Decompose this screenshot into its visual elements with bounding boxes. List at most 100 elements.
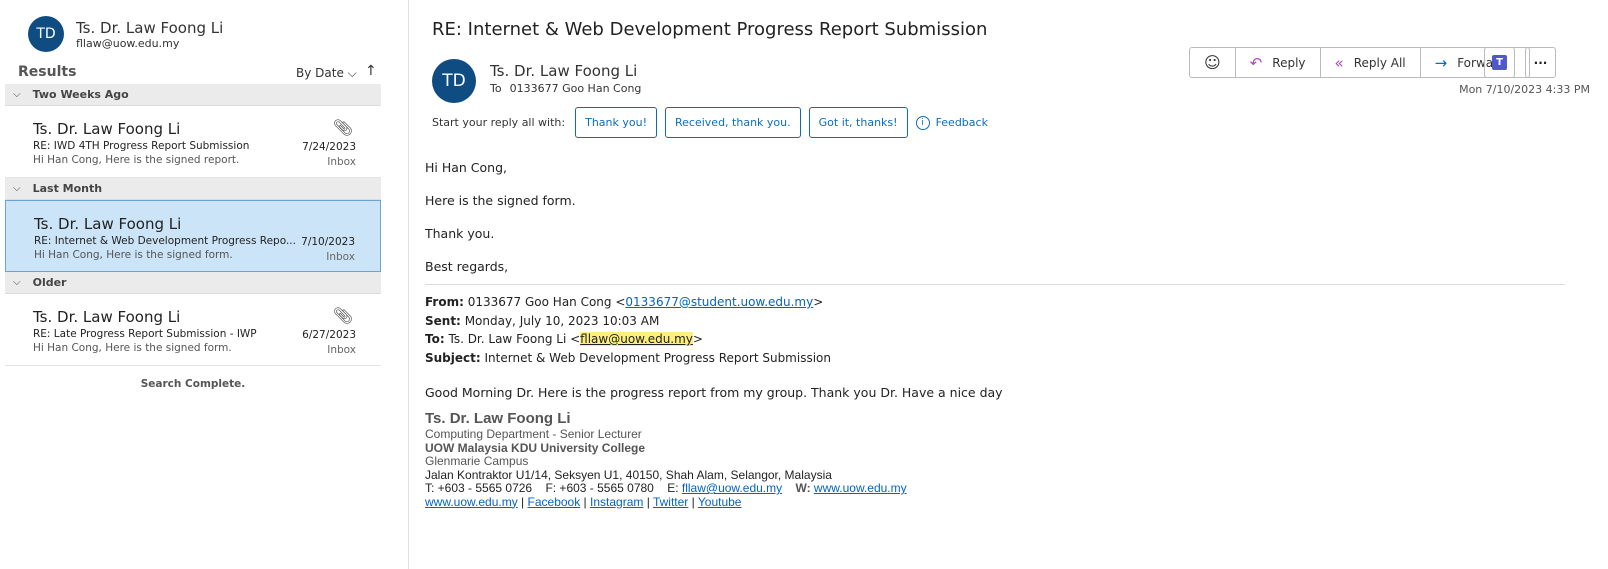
item-date: 7/24/2023 [302,141,356,153]
signature-org: UOW Malaysia KDU University College [425,440,646,455]
quoted-sent: Monday, July 10, 2023 10:03 AM [464,313,660,328]
signature-tel: T: +603 - 5565 0726 [425,481,533,495]
body-line: Thank you. [425,226,495,241]
more-options-button[interactable]: ··· [1525,47,1556,78]
group-header[interactable]: ⌵ Two Weeks Ago [5,84,381,106]
suggested-reply-button[interactable]: Got it, thanks! [808,107,908,138]
body-line: Best regards, [425,259,509,274]
account-header: TD Ts. Dr. Law Foong Li fllaw@uow.edu.my [28,16,223,52]
group-header[interactable]: ⌵ Older [5,272,381,294]
message-actions: ☺ ↶ Reply «Reply All → Forward [1189,47,1531,78]
message-title: RE: Internet & Web Development Progress … [432,19,988,40]
from-label: From: [425,295,464,309]
scrollbar[interactable] [1598,140,1608,560]
feedback-label: Feedback [935,116,988,129]
sort-direction-button[interactable]: ↑ [365,63,377,79]
group-label: Last Month [32,182,103,195]
message-timestamp: Mon 7/10/2023 4:33 PM [1459,83,1590,96]
sort-label: By Date [296,66,344,80]
reply-all-button[interactable]: « Reply All [1321,48,1421,77]
signature-name: Ts. Dr. Law Foong Li [425,410,571,427]
signature-campus: Glenmarie Campus [425,454,529,468]
item-subject: RE: Late Progress Report Submission - IW… [33,328,257,340]
signature-web-link[interactable]: www.uow.edu.my [814,481,907,495]
chevron-down-icon: ⌵ [13,277,21,288]
info-icon: i [915,115,930,130]
teams-icon: T [1492,55,1507,70]
group-label: Older [32,276,67,289]
item-preview: Hi Han Cong, Here is the signed report. [33,154,240,166]
reply-all-icon: « [1334,53,1344,72]
quoted-to: Ts. Dr. Law Foong Li < [448,332,581,346]
email-label: E: [667,481,679,495]
list-item[interactable]: Ts. Dr. Law Foong Li 📎︎ RE: Late Progres… [5,294,381,366]
item-folder: Inbox [326,251,355,263]
item-date: 7/10/2023 [301,236,355,248]
sent-label: Sent: [425,313,461,328]
group-header[interactable]: ⌵ Last Month [5,178,381,200]
reading-pane: RE: Internet & Web Development Progress … [410,0,1608,569]
item-from: Ts. Dr. Law Foong Li [33,120,181,138]
account-email: fllaw@uow.edu.my [76,36,180,50]
chevron-down-icon: ⌵ [347,66,357,80]
list-item[interactable]: Ts. Dr. Law Foong Li 📎︎ RE: IWD 4TH Prog… [5,106,381,178]
paperclip-icon: 📎︎ [332,306,353,325]
message-list: ⌵ Two Weeks Ago Ts. Dr. Law Foong Li 📎︎ R… [5,84,381,390]
item-folder: Inbox [327,344,356,356]
results-heading: Results [18,64,77,80]
group-label: Two Weeks Ago [32,88,129,101]
smiley-icon: ☺ [1204,53,1221,72]
forward-icon: → [1434,53,1448,72]
avatar: TD [28,16,64,52]
item-from: Ts. Dr. Law Foong Li [33,308,181,326]
divider [425,284,1565,285]
reply-button[interactable]: ↶ Reply [1236,48,1321,77]
teams-button[interactable]: T [1484,47,1515,78]
instagram-link[interactable]: Instagram [590,495,643,509]
item-folder: Inbox [327,156,356,168]
quoted-to-email-link[interactable]: fllaw@uow.edu.my [580,332,693,346]
react-button[interactable]: ☺ [1190,48,1236,77]
body-line: Here is the signed form. [425,193,576,208]
quoted-text: Good Morning Dr. Here is the progress re… [425,385,1003,400]
to-label: To: [425,332,445,346]
recipient-name[interactable]: 0133677 Goo Han Cong [510,82,642,95]
signature-address: Jalan Kontraktor U1/14, Seksyen U1, 4015… [425,467,832,482]
suggested-reply-button[interactable]: Received, thank you. [665,107,801,138]
recipients: To 0133677 Goo Han Cong [490,82,649,95]
signature: Ts. Dr. Law Foong Li Computing Departmen… [425,410,1565,509]
twitter-link[interactable]: Twitter [653,495,688,509]
quoted-subject: Internet & Web Development Progress Repo… [484,350,831,365]
signature-fax: F: +603 - 5565 0780 [545,481,654,495]
paperclip-icon: 📎︎ [332,118,353,137]
chevron-down-icon: ⌵ [13,89,21,100]
list-item-selected[interactable]: Ts. Dr. Law Foong Li RE: Internet & Web … [5,200,381,272]
body-line: Hi Han Cong, [425,160,508,175]
suggested-replies: Start your reply all with: Thank you! Re… [432,107,988,138]
item-preview: Hi Han Cong, Here is the signed form. [33,342,232,354]
reply-all-label: Reply All [1353,55,1406,70]
message-body: Hi Han Cong, Here is the signed form. Th… [425,160,1565,509]
suggested-replies-label: Start your reply all with: [432,116,566,129]
signature-contacts: T: +603 - 5565 0726 F: +603 - 5565 0780 … [425,481,1565,496]
reply-icon: ↶ [1249,53,1263,72]
website-link[interactable]: www.uow.edu.my [425,495,518,509]
facebook-link[interactable]: Facebook [528,495,581,509]
chevron-down-icon: ⌵ [13,183,21,194]
signature-links: www.uow.edu.my | Facebook | Instagram | … [425,494,742,509]
youtube-link[interactable]: Youtube [698,495,742,509]
sort-dropdown[interactable]: By Date ⌵ [296,66,357,81]
sender-name[interactable]: Ts. Dr. Law Foong Li [490,62,637,80]
search-status: Search Complete. [140,378,246,390]
account-name: Ts. Dr. Law Foong Li [76,18,224,37]
web-label: W: [795,481,811,495]
signature-email-link[interactable]: fllaw@uow.edu.my [682,481,782,495]
quoted-from-email-link[interactable]: 0133677@student.uow.edu.my [625,295,813,309]
sender-avatar: TD [432,59,476,103]
to-label: To [490,82,502,95]
item-date: 6/27/2023 [302,329,356,341]
feedback-link[interactable]: i Feedback [915,115,988,130]
quoted-header: From: 0133677 Goo Han Cong <0133677@stud… [425,295,831,365]
item-subject: RE: Internet & Web Development Progress … [34,235,296,247]
suggested-reply-button[interactable]: Thank you! [575,107,657,138]
